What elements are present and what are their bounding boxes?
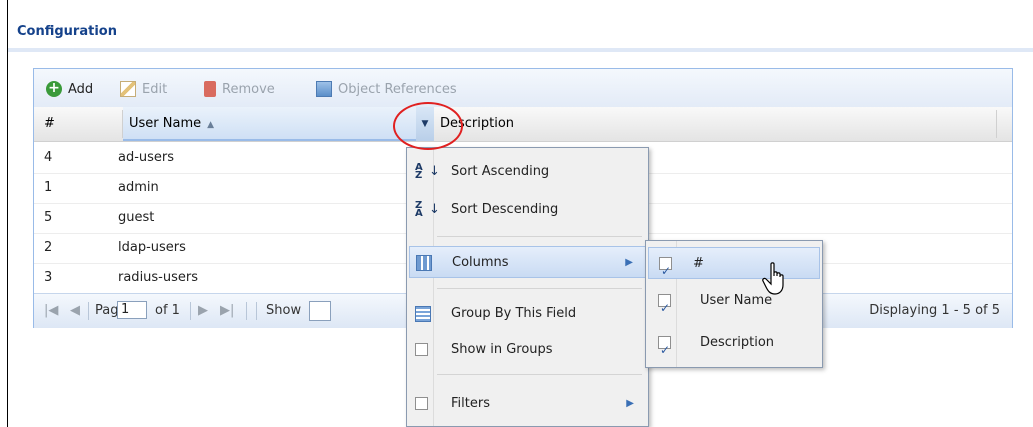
columns-icon: [416, 255, 432, 271]
add-label: Add: [68, 81, 94, 97]
menu-item-filters[interactable]: Filters ▶: [409, 388, 646, 420]
columns-label: Columns: [452, 255, 509, 270]
hand-cursor-icon: [762, 262, 784, 295]
page-number-input[interactable]: 1: [117, 301, 147, 319]
object-references-icon: [316, 81, 332, 97]
down-arrow-icon: ↓: [429, 164, 440, 179]
sort-ascending-label: Sort Ascending: [451, 164, 550, 179]
remove-button[interactable]: Remove: [202, 79, 275, 99]
filters-checkbox[interactable]: [415, 397, 428, 410]
section-divider: [8, 48, 1033, 52]
columns-submenu: # User Name Description: [645, 240, 823, 368]
group-by-label: Group By This Field: [451, 306, 577, 321]
pager-separator: [88, 302, 89, 320]
cell-num: 1: [44, 180, 53, 195]
add-button[interactable]: + Add: [46, 79, 93, 99]
show-in-groups-label: Show in Groups: [451, 342, 553, 357]
object-references-button[interactable]: Object References: [316, 79, 457, 99]
column-header-menu: AZ ↓ Sort Ascending ZA ↓ Sort Descending…: [406, 147, 649, 427]
menu-gutter: [433, 148, 434, 426]
frame-border: [7, 0, 8, 427]
column-user-name-checkbox[interactable]: [658, 292, 671, 324]
cell-user-name: guest: [118, 210, 155, 225]
add-icon: +: [46, 81, 62, 97]
column-num-label: #: [693, 256, 704, 271]
column-toggle-description[interactable]: Description: [648, 327, 820, 366]
first-page-icon[interactable]: |◀: [44, 302, 58, 320]
edit-icon: [120, 81, 136, 97]
cell-num: 3: [44, 270, 53, 285]
edit-button[interactable]: Edit: [120, 79, 167, 99]
user-name-header-label: User Name: [129, 116, 202, 131]
edit-label: Edit: [142, 81, 168, 97]
object-references-label: Object References: [338, 81, 457, 97]
submenu-arrow-icon: ▶: [626, 398, 634, 409]
next-page-icon[interactable]: ▶: [198, 302, 208, 320]
down-arrow-icon: ↓: [429, 202, 440, 217]
column-separator: [996, 110, 997, 138]
pager-separator: [256, 302, 257, 320]
pager-separator: [190, 302, 191, 320]
section-title: Configuration: [17, 24, 117, 39]
grid-header: # User Name ▲ Description: [34, 107, 1012, 142]
menu-item-sort-descending[interactable]: ZA ↓ Sort Descending: [409, 194, 646, 226]
cell-user-name: radius-users: [118, 270, 199, 285]
pager-separator: [246, 302, 247, 320]
cell-num: 4: [44, 150, 53, 165]
menu-item-group-by-field[interactable]: Group By This Field: [409, 298, 646, 330]
menu-item-columns[interactable]: Columns ▶: [409, 246, 646, 278]
prev-page-icon[interactable]: ◀: [70, 302, 80, 320]
highlight-circle: [393, 102, 463, 150]
column-description-label: Description: [700, 335, 775, 350]
column-header-num[interactable]: #: [44, 107, 55, 141]
menu-separator: [437, 288, 642, 289]
menu-separator: [437, 374, 642, 375]
column-num-checkbox[interactable]: [659, 255, 672, 287]
menu-separator: [437, 236, 642, 237]
group-by-icon: [415, 306, 431, 322]
page-of-label: of 1: [155, 303, 180, 318]
toolbar: + Add Edit Remove Object References: [34, 69, 1012, 108]
show-in-groups-checkbox[interactable]: [415, 343, 428, 356]
column-description-checkbox[interactable]: [658, 334, 671, 366]
sort-descending-label: Sort Descending: [451, 202, 559, 217]
cell-user-name: ldap-users: [118, 240, 186, 255]
show-label: Show: [266, 303, 302, 318]
trash-icon: [204, 81, 216, 97]
cell-user-name: admin: [118, 180, 159, 195]
sort-ascending-icon: ▲: [207, 120, 215, 130]
cell-num: 2: [44, 240, 53, 255]
remove-label: Remove: [222, 81, 275, 97]
filters-label: Filters: [451, 396, 490, 411]
cell-user-name: ad-users: [118, 150, 175, 165]
menu-item-show-in-groups[interactable]: Show in Groups: [409, 334, 646, 366]
last-page-icon[interactable]: ▶|: [220, 302, 234, 320]
menu-item-sort-ascending[interactable]: AZ ↓ Sort Ascending: [409, 156, 646, 188]
display-info: Displaying 1 - 5 of 5: [869, 303, 1000, 318]
cell-num: 5: [44, 210, 53, 225]
column-toggle-user-name[interactable]: User Name: [648, 285, 820, 324]
submenu-arrow-icon: ▶: [625, 257, 633, 268]
page-size-select[interactable]: [309, 301, 331, 321]
column-header-user-name[interactable]: User Name ▲: [123, 107, 416, 141]
column-toggle-num[interactable]: #: [648, 247, 820, 287]
